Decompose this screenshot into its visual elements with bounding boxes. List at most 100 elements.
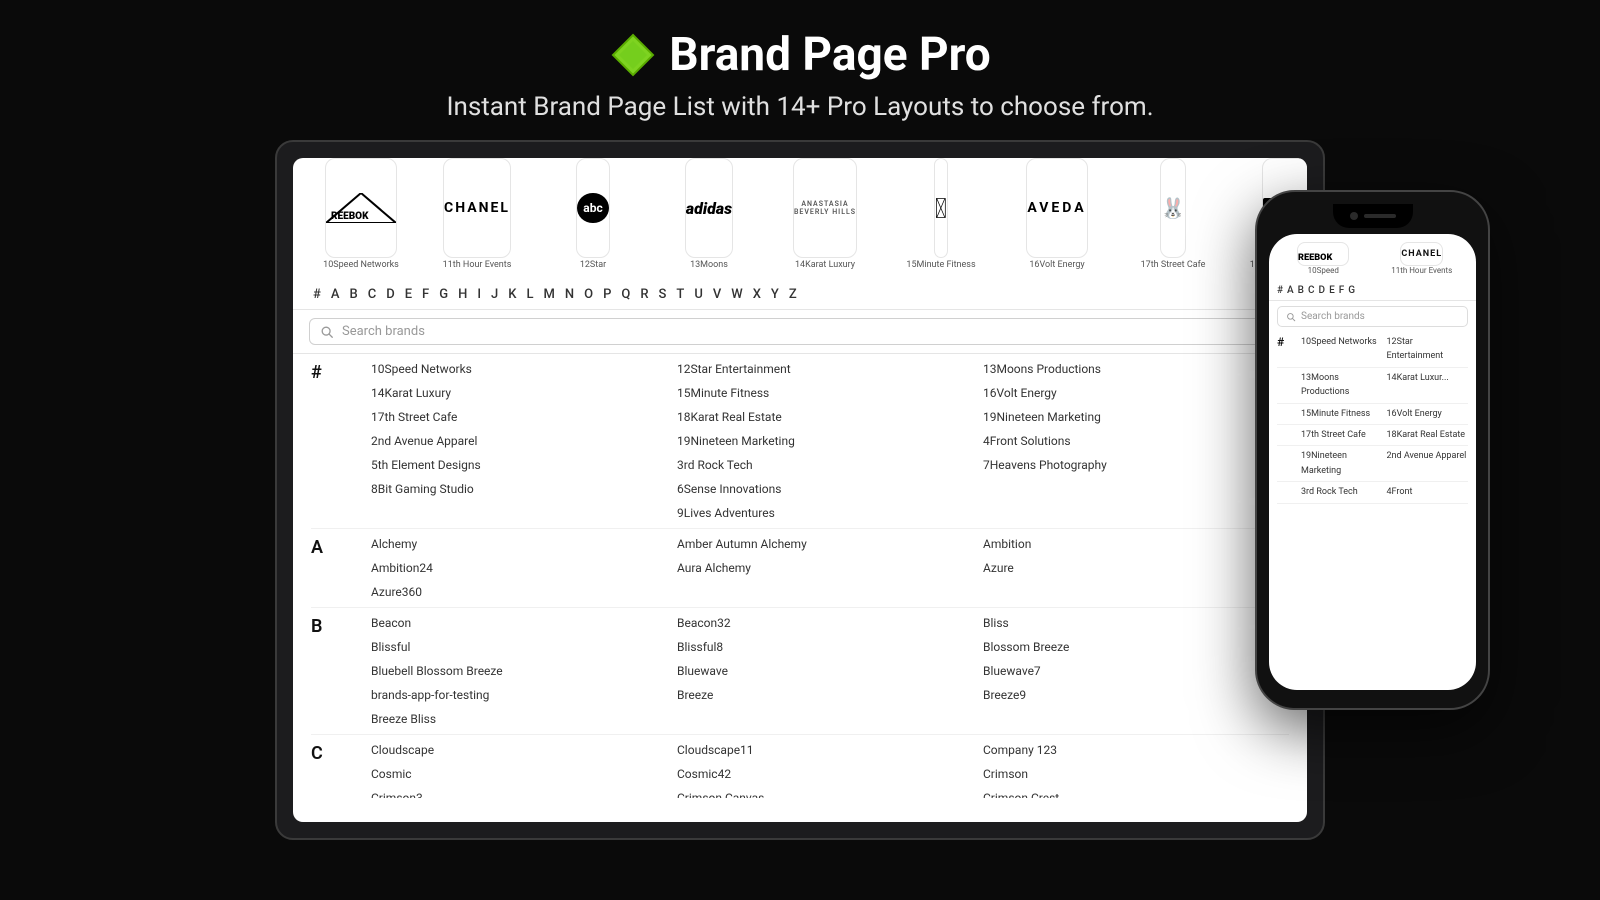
brand-name[interactable]: Cosmic	[371, 763, 677, 785]
alpha-k[interactable]: K	[506, 286, 518, 303]
mobile-brand-name[interactable]: 14Karat Luxur...	[1387, 371, 1469, 400]
search-input[interactable]: Search brands	[342, 324, 1280, 339]
mobile-brand-name[interactable]: 2nd Avenue Apparel	[1387, 449, 1469, 478]
brand-name[interactable]: 19Nineteen Marketing	[983, 406, 1289, 428]
brand-logo-card-anastasia[interactable]: ANASTASIABEVERLY HILLS	[793, 158, 857, 258]
alpha-hash[interactable]: #	[311, 286, 323, 303]
brand-name[interactable]: Azure	[983, 557, 1289, 579]
brand-logo-card-adidas[interactable]: adidas	[685, 158, 733, 258]
alpha-y[interactable]: Y	[769, 286, 781, 303]
brand-name[interactable]: 13Moons Productions	[983, 358, 1289, 380]
brand-name[interactable]: Azure360	[371, 581, 677, 603]
alpha-a[interactable]: A	[329, 286, 342, 303]
brand-logo-card-apple[interactable]: 	[934, 158, 948, 258]
brand-name[interactable]: 9Lives Adventures	[677, 502, 983, 524]
brand-name[interactable]: 6Sense Innovations	[677, 478, 983, 500]
mobile-alpha-a[interactable]: A	[1287, 285, 1294, 296]
brand-name[interactable]: Cloudscape11	[677, 739, 983, 761]
alpha-b[interactable]: B	[347, 286, 359, 303]
mobile-brand-name[interactable]: 16Volt Energy	[1387, 407, 1469, 421]
brand-name[interactable]: Blissful8	[677, 636, 983, 658]
mobile-brand-name[interactable]: 10Speed Networks	[1301, 335, 1383, 364]
brand-name[interactable]: 12Star Entertainment	[677, 358, 983, 380]
brand-name[interactable]: Breeze	[677, 684, 983, 706]
alpha-l[interactable]: L	[524, 286, 535, 303]
mobile-search-input[interactable]: Search brands	[1301, 311, 1365, 322]
brand-name[interactable]: Blossom Breeze	[983, 636, 1289, 658]
mobile-logo-chanel[interactable]: CHANEL	[1400, 242, 1443, 266]
brand-name[interactable]: 19Nineteen Marketing	[677, 430, 983, 452]
brand-name[interactable]: Bluewave7	[983, 660, 1289, 682]
brand-logo-card-reebok[interactable]: REEBOK	[325, 158, 397, 258]
mobile-alpha-d[interactable]: D	[1319, 285, 1326, 296]
mobile-alpha-g[interactable]: G	[1348, 285, 1355, 296]
brand-name[interactable]: Bluewave	[677, 660, 983, 682]
alpha-d[interactable]: D	[384, 286, 397, 303]
brand-name[interactable]: 10Speed Networks	[371, 358, 677, 380]
alpha-p[interactable]: P	[601, 286, 613, 303]
alpha-m[interactable]: M	[541, 286, 556, 303]
alpha-x[interactable]: X	[751, 286, 763, 303]
brand-name[interactable]: Crimson	[983, 763, 1289, 785]
brand-name[interactable]: 4Front Solutions	[983, 430, 1289, 452]
brand-name[interactable]: Amber Autumn Alchemy	[677, 533, 983, 555]
mobile-brand-name[interactable]: 17th Street Cafe	[1301, 428, 1383, 442]
alpha-o[interactable]: O	[582, 286, 595, 303]
alpha-s[interactable]: S	[657, 286, 669, 303]
brand-logo-card-aveda[interactable]: AVEDA	[1026, 158, 1087, 258]
alpha-h[interactable]: H	[456, 286, 469, 303]
brand-name[interactable]: Blissful	[371, 636, 677, 658]
alpha-z[interactable]: Z	[787, 286, 799, 303]
brand-name[interactable]: 16Volt Energy	[983, 382, 1289, 404]
mobile-brand-name[interactable]: 18Karat Real Estate	[1387, 428, 1469, 442]
brand-name[interactable]: Cosmic42	[677, 763, 983, 785]
mobile-alpha-f[interactable]: F	[1339, 285, 1345, 296]
mobile-alpha-e[interactable]: E	[1329, 285, 1335, 296]
brand-name[interactable]: 14Karat Luxury	[371, 382, 677, 404]
alpha-w[interactable]: W	[729, 286, 744, 303]
mobile-logo-reebok[interactable]: REEBOK	[1297, 242, 1349, 266]
brand-name[interactable]: 18Karat Real Estate	[677, 406, 983, 428]
brand-name[interactable]: Company 123	[983, 739, 1289, 761]
brand-logo-card-abc[interactable]: abc	[576, 158, 609, 258]
brand-name[interactable]: Aura Alchemy	[677, 557, 983, 579]
brand-name[interactable]: Bliss	[983, 612, 1289, 634]
alpha-q[interactable]: Q	[619, 286, 632, 303]
mobile-alpha-c[interactable]: C	[1308, 285, 1315, 296]
mobile-brand-name[interactable]: 4Front	[1387, 485, 1469, 499]
brand-name[interactable]: Crimson Canvas	[677, 787, 983, 798]
brand-name[interactable]: Ambition24	[371, 557, 677, 579]
brand-name[interactable]: 15Minute Fitness	[677, 382, 983, 404]
brand-name[interactable]: Beacon32	[677, 612, 983, 634]
brand-name[interactable]: brands-app-for-testing	[371, 684, 677, 706]
alpha-f[interactable]: F	[420, 286, 431, 303]
mobile-alpha-b[interactable]: B	[1298, 285, 1304, 296]
brand-name[interactable]: Cloudscape	[371, 739, 677, 761]
brand-logo-card-chanel[interactable]: CHANEL	[443, 158, 511, 258]
brand-name[interactable]: Breeze9	[983, 684, 1289, 706]
alpha-c[interactable]: C	[366, 286, 379, 303]
mobile-brand-name[interactable]: 15Minute Fitness	[1301, 407, 1383, 421]
mobile-brand-name[interactable]: 19Nineteen Marketing	[1301, 449, 1383, 478]
mobile-brand-name[interactable]: 13Moons Productions	[1301, 371, 1383, 400]
brand-name[interactable]: 17th Street Cafe	[371, 406, 677, 428]
brand-logo-card-rabbit[interactable]: 🐰	[1160, 158, 1187, 258]
alpha-n[interactable]: N	[563, 286, 576, 303]
brand-name[interactable]: Ambition	[983, 533, 1289, 555]
mobile-alpha-hash[interactable]: #	[1277, 285, 1283, 296]
brand-name[interactable]: 7Heavens Photography	[983, 454, 1289, 476]
brand-name[interactable]: 5th Element Designs	[371, 454, 677, 476]
brand-name[interactable]: 2nd Avenue Apparel	[371, 430, 677, 452]
mobile-brand-name[interactable]: 3rd Rock Tech	[1301, 485, 1383, 499]
alpha-v[interactable]: V	[711, 286, 723, 303]
brand-name[interactable]: 3rd Rock Tech	[677, 454, 983, 476]
brand-name[interactable]: Crimson Crest	[983, 787, 1289, 798]
alpha-t[interactable]: T	[674, 286, 686, 303]
mobile-brand-name[interactable]: 12Star Entertainment	[1387, 335, 1469, 364]
alpha-g[interactable]: G	[437, 286, 450, 303]
brand-name[interactable]: Bluebell Blossom Breeze	[371, 660, 677, 682]
brand-name[interactable]: Crimson3	[371, 787, 677, 798]
alpha-u[interactable]: U	[692, 286, 705, 303]
alpha-e[interactable]: E	[403, 286, 414, 303]
brand-name[interactable]: Breeze Bliss	[371, 708, 677, 730]
